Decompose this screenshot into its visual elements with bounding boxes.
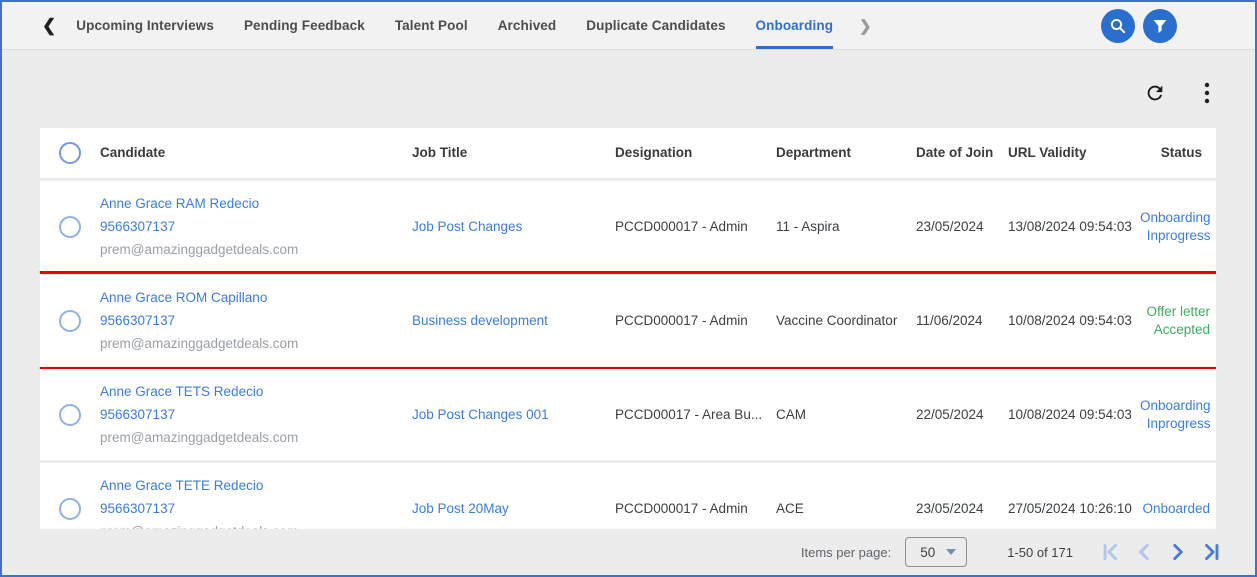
- status-link[interactable]: Onboarded: [1140, 500, 1216, 518]
- job-title-link[interactable]: Job Post Changes 001: [412, 407, 615, 422]
- candidate-cell: Anne Grace TETS Redecio 9566307137 prem@…: [100, 380, 412, 449]
- candidates-window: ❮ Upcoming Interviews Pending Feedback T…: [0, 0, 1257, 577]
- page-size-value: 50: [920, 545, 935, 560]
- row-select-radio[interactable]: [59, 216, 81, 238]
- header-status: Status: [1140, 145, 1216, 161]
- department-cell: ACE: [776, 501, 910, 516]
- candidate-name-link[interactable]: Anne Grace ROM Capillano: [100, 286, 412, 309]
- tab-pending-feedback[interactable]: Pending Feedback: [244, 2, 365, 49]
- header-candidate: Candidate: [100, 145, 412, 161]
- department-cell: 11 - Aspira: [776, 219, 910, 234]
- candidate-phone-link[interactable]: 9566307137: [100, 309, 412, 332]
- header-department: Department: [776, 145, 910, 161]
- chevron-right-icon: [1167, 541, 1189, 563]
- status-link[interactable]: Offer letter Accepted: [1140, 303, 1216, 339]
- status-link[interactable]: Onboarding Inprogress: [1140, 209, 1216, 245]
- candidate-phone-link[interactable]: 9566307137: [100, 403, 412, 426]
- date-of-join-cell: 23/05/2024: [910, 219, 1000, 234]
- table-row: Anne Grace ROM Capillano 9566307137 prem…: [40, 275, 1216, 366]
- refresh-button[interactable]: [1144, 82, 1166, 104]
- tabs-scroll-right-icon[interactable]: ❯: [859, 17, 872, 35]
- header-job-title: Job Title: [412, 145, 615, 161]
- job-title-link[interactable]: Job Post 20May: [412, 501, 615, 516]
- refresh-icon: [1144, 82, 1166, 104]
- candidate-name-link[interactable]: Anne Grace TETS Redecio: [100, 380, 412, 403]
- header-url-validity: URL Validity: [1000, 145, 1140, 161]
- job-title-link[interactable]: Job Post Changes: [412, 219, 615, 234]
- tabs-scroll-left-icon[interactable]: ❮: [42, 17, 56, 34]
- url-validity-cell: 10/08/2024 09:54:03: [1000, 407, 1140, 422]
- designation-cell: PCCD000017 - Admin: [615, 501, 776, 516]
- kebab-menu-icon: [1204, 82, 1210, 104]
- candidate-name-link[interactable]: Anne Grace TETE Redecio: [100, 474, 412, 497]
- table-header-row: Candidate Job Title Designation Departme…: [40, 128, 1216, 178]
- date-of-join-cell: 23/05/2024: [910, 501, 1000, 516]
- first-page-button[interactable]: [1099, 541, 1121, 563]
- table-row: Anne Grace TETE Redecio 9566307137 prem@…: [40, 463, 1216, 529]
- filter-button[interactable]: [1143, 9, 1177, 43]
- tab-archived[interactable]: Archived: [498, 2, 557, 49]
- candidate-email: prem@amazinggadgetdeals.com: [100, 238, 412, 261]
- department-cell: Vaccine Coordinator: [776, 313, 910, 328]
- filter-icon: [1152, 18, 1168, 34]
- paginator: Items per page: 50 1-50 of 171: [2, 529, 1255, 575]
- candidate-email: prem@amazinggadgetdeals.com: [100, 426, 412, 449]
- header-designation: Designation: [615, 145, 776, 161]
- search-button[interactable]: [1101, 9, 1135, 43]
- tab-bar: ❮ Upcoming Interviews Pending Feedback T…: [2, 2, 1255, 50]
- previous-page-button[interactable]: [1133, 541, 1155, 563]
- candidate-name-link[interactable]: Anne Grace RAM Redecio: [100, 192, 412, 215]
- date-of-join-cell: 22/05/2024: [910, 407, 1000, 422]
- items-per-page-label: Items per page:: [801, 545, 891, 560]
- tab-upcoming-interviews[interactable]: Upcoming Interviews: [76, 2, 214, 49]
- job-title-link[interactable]: Business development: [412, 313, 615, 328]
- page-range-label: 1-50 of 171: [1007, 545, 1073, 560]
- tab-talent-pool[interactable]: Talent Pool: [395, 2, 468, 49]
- next-page-button[interactable]: [1167, 541, 1189, 563]
- page-size-select[interactable]: 50: [905, 537, 967, 567]
- candidate-phone-link[interactable]: 9566307137: [100, 215, 412, 238]
- candidate-cell: Anne Grace TETE Redecio 9566307137 prem@…: [100, 474, 412, 529]
- more-options-button[interactable]: [1204, 82, 1210, 104]
- header-date-of-join: Date of Join: [910, 145, 1000, 161]
- first-page-icon: [1099, 541, 1121, 563]
- url-validity-cell: 10/08/2024 09:54:03: [1000, 313, 1140, 328]
- date-of-join-cell: 11/06/2024: [910, 313, 1000, 328]
- row-select-radio[interactable]: [59, 498, 81, 520]
- header-radio-cell: [40, 142, 100, 164]
- topbar-actions: [1101, 9, 1177, 43]
- chevron-down-icon: [946, 549, 956, 555]
- candidate-cell: Anne Grace ROM Capillano 9566307137 prem…: [100, 286, 412, 355]
- row-select-radio[interactable]: [59, 310, 81, 332]
- candidate-email: prem@amazinggadgetdeals.com: [100, 332, 412, 355]
- last-page-button[interactable]: [1201, 541, 1223, 563]
- url-validity-cell: 13/08/2024 09:54:03: [1000, 219, 1140, 234]
- list-actions: [2, 80, 1210, 106]
- paginator-nav: [1099, 541, 1223, 563]
- table-row: Anne Grace RAM Redecio 9566307137 prem@a…: [40, 181, 1216, 272]
- designation-cell: PCCD000017 - Admin: [615, 313, 776, 328]
- designation-cell: PCCD000017 - Admin: [615, 219, 776, 234]
- candidate-email: prem@amazinggadgetdeals.com: [100, 520, 412, 529]
- row-select-radio[interactable]: [59, 404, 81, 426]
- candidates-table: Candidate Job Title Designation Departme…: [40, 128, 1216, 529]
- select-all-radio[interactable]: [59, 142, 81, 164]
- last-page-icon: [1201, 541, 1223, 563]
- tab-onboarding[interactable]: Onboarding: [756, 2, 834, 49]
- chevron-left-icon: [1133, 541, 1155, 563]
- table-row: Anne Grace TETS Redecio 9566307137 prem@…: [40, 369, 1216, 460]
- url-validity-cell: 27/05/2024 10:26:10: [1000, 501, 1140, 516]
- department-cell: CAM: [776, 407, 910, 422]
- designation-cell: PCCD00017 - Area Bu...: [615, 407, 776, 422]
- status-link[interactable]: Onboarding Inprogress: [1140, 397, 1216, 433]
- tab-strip: Upcoming Interviews Pending Feedback Tal…: [76, 2, 833, 49]
- candidate-phone-link[interactable]: 9566307137: [100, 497, 412, 520]
- candidate-cell: Anne Grace RAM Redecio 9566307137 prem@a…: [100, 192, 412, 261]
- tab-duplicate-candidates[interactable]: Duplicate Candidates: [586, 2, 725, 49]
- search-icon: [1109, 17, 1127, 35]
